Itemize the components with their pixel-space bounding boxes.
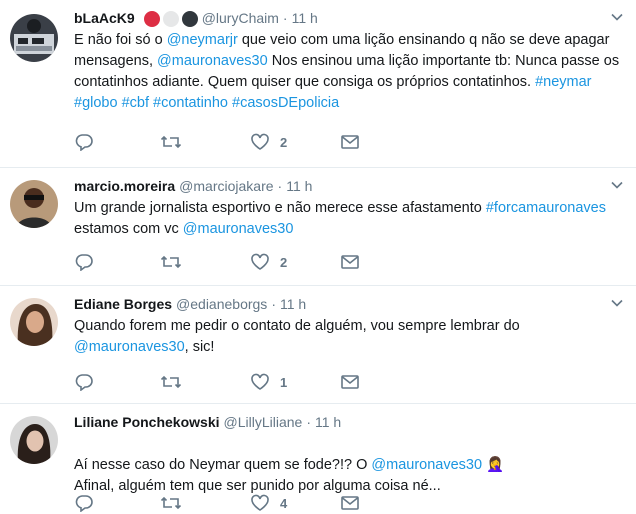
- like-count: 1: [280, 374, 288, 390]
- reply-icon: [75, 254, 93, 271]
- retweet-icon: [160, 375, 182, 389]
- display-name[interactable]: Ediane Borges: [74, 296, 172, 312]
- mention-link[interactable]: @mauronaves30: [371, 457, 482, 473]
- text-segment: Quando forem me pedir o contato de algué…: [74, 318, 520, 334]
- reply-button[interactable]: [74, 131, 94, 153]
- username[interactable]: @luryChaim: [202, 10, 279, 26]
- separator-dot: ·: [306, 414, 311, 430]
- timestamp[interactable]: 11 h: [286, 178, 312, 194]
- text-segment: estamos com vc: [74, 221, 183, 237]
- avatar[interactable]: [10, 298, 58, 346]
- timestamp[interactable]: 11 h: [315, 414, 341, 430]
- facepalm-emoji: 🤦‍♀️: [482, 457, 505, 473]
- display-name[interactable]: marcio.moreira: [74, 178, 175, 194]
- tweet-header: marcio.moreira @marciojakare · 11 h: [74, 176, 606, 196]
- like-count: 2: [280, 134, 288, 150]
- chevron-down-icon[interactable]: [610, 10, 624, 24]
- heart-icon: [251, 373, 269, 390]
- like-button[interactable]: 2: [250, 131, 287, 153]
- tweet-text: Um grande jornalista esportivo e não mer…: [74, 198, 620, 240]
- heart-icon: [251, 253, 269, 270]
- retweet-icon: [160, 135, 182, 149]
- retweet-button[interactable]: [160, 492, 182, 514]
- timestamp[interactable]: 11 h: [280, 296, 306, 312]
- tweet[interactable]: Liliane Ponchekowski @LillyLiliane · 11 …: [0, 404, 636, 514]
- retweet-button[interactable]: [160, 251, 182, 273]
- avatar[interactable]: [10, 14, 58, 62]
- emoji-badges: [141, 9, 198, 27]
- envelope-icon: [341, 255, 359, 269]
- direct-message-button[interactable]: [340, 251, 360, 273]
- chevron-down-icon[interactable]: [610, 296, 624, 310]
- separator-dot: ·: [282, 10, 288, 26]
- envelope-icon: [341, 375, 359, 389]
- mention-link[interactable]: @mauronaves30: [183, 221, 294, 237]
- envelope-icon: [341, 135, 359, 149]
- direct-message-button[interactable]: [340, 131, 360, 153]
- username[interactable]: @marciojakare: [179, 178, 273, 194]
- reply-icon: [75, 495, 93, 512]
- retweet-icon: [160, 255, 182, 269]
- username[interactable]: @edianeborgs: [176, 296, 267, 312]
- tweet-header: Ediane Borges @edianeborgs · 11 h: [74, 294, 606, 314]
- mention-link[interactable]: @neymarjr: [167, 32, 238, 48]
- retweet-button[interactable]: [160, 131, 182, 153]
- text-segment: Um grande jornalista esportivo e não mer…: [74, 200, 486, 216]
- reply-icon: [75, 134, 93, 151]
- tweet[interactable]: marcio.moreira @marciojakare · 11 h Um g…: [0, 168, 636, 286]
- tweet-header: Liliane Ponchekowski @LillyLiliane · 11 …: [74, 412, 606, 432]
- retweet-button[interactable]: [160, 371, 182, 393]
- display-name[interactable]: bLaAcK9: [74, 10, 135, 26]
- reply-icon: [75, 374, 93, 391]
- avatar[interactable]: [10, 180, 58, 228]
- timestamp[interactable]: 11 h: [292, 10, 318, 26]
- heart-icon: [251, 133, 269, 150]
- white-circle-icon: [162, 10, 179, 27]
- direct-message-button[interactable]: [340, 492, 360, 514]
- chevron-down-icon[interactable]: [610, 178, 624, 192]
- envelope-icon: [341, 496, 359, 510]
- reply-button[interactable]: [74, 371, 94, 393]
- mention-link[interactable]: @mauronaves30: [74, 339, 185, 355]
- display-name[interactable]: Liliane Ponchekowski: [74, 414, 220, 430]
- retweet-icon: [160, 496, 182, 510]
- tweet-text: Aí nesse caso do Neymar quem se fode?!? …: [74, 434, 620, 497]
- text-segment: E não foi só o: [74, 32, 167, 48]
- hashtag-link[interactable]: #forcamauronaves: [486, 200, 606, 216]
- reply-button[interactable]: [74, 251, 94, 273]
- red-circle-icon: [143, 10, 160, 27]
- text-segment: , sic!: [184, 339, 215, 355]
- avatar[interactable]: [10, 416, 58, 464]
- black-circle-icon: [181, 10, 198, 27]
- separator-dot: ·: [277, 178, 283, 194]
- heart-icon: [251, 494, 269, 511]
- separator-dot: ·: [271, 296, 276, 312]
- tweet[interactable]: bLaAcK9 @luryChaim · 11 h E não foi só o…: [0, 0, 636, 168]
- tweet[interactable]: Ediane Borges @edianeborgs · 11 h Quando…: [0, 286, 636, 404]
- tweet-text: E não foi só o @neymarjr que veio com um…: [74, 30, 620, 114]
- like-button[interactable]: 2: [250, 251, 287, 273]
- tweet-text: Quando forem me pedir o contato de algué…: [74, 316, 620, 358]
- reply-button[interactable]: [74, 492, 94, 514]
- like-count: 4: [280, 495, 288, 511]
- username[interactable]: @LillyLiliane: [224, 414, 303, 430]
- like-button[interactable]: 4: [250, 492, 287, 514]
- tweet-header: bLaAcK9 @luryChaim · 11 h: [74, 8, 606, 28]
- text-segment: Aí nesse caso do Neymar quem se fode?!? …: [74, 457, 372, 473]
- direct-message-button[interactable]: [340, 371, 360, 393]
- like-button[interactable]: 1: [250, 371, 287, 393]
- mention-link[interactable]: @mauronaves30: [157, 53, 268, 69]
- like-count: 2: [280, 254, 288, 270]
